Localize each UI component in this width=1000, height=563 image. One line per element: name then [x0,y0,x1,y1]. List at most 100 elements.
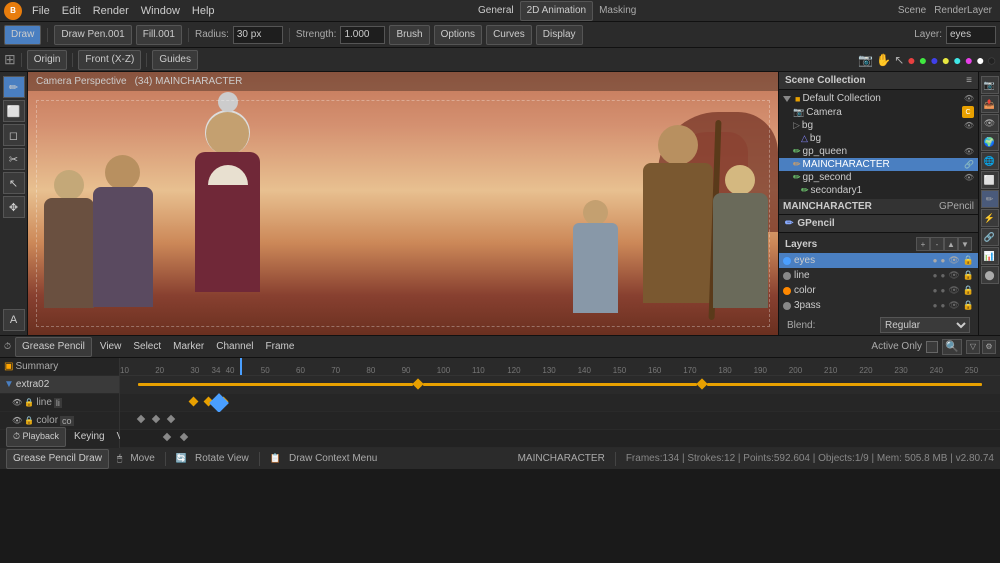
gp-queen-eye-icon[interactable]: 👁 [964,147,974,156]
fill-tool[interactable]: ⬜ [3,100,25,122]
add-layer-btn[interactable]: + [916,237,930,251]
view-btn[interactable]: Front (X-Z) [78,50,141,70]
draw-pen-btn[interactable]: Draw Pen.001 [54,25,131,45]
tab-world[interactable]: 🌐 [981,152,999,170]
tab-object[interactable]: ⬜ [981,171,999,189]
tab-render[interactable]: 📷 [981,76,999,94]
timeline-marker[interactable]: Marker [169,336,208,358]
gp-second-eye-icon[interactable]: 👁 [964,173,974,182]
strength-input[interactable] [340,26,385,44]
menu-edit[interactable]: Edit [56,0,87,22]
brush-btn[interactable]: Brush [389,25,429,45]
mainchar-link-icon[interactable]: 🔗 [964,160,974,169]
layer-line-eye[interactable]: 👁 [948,270,959,281]
layer-3pass[interactable]: 3pass ● ● 👁 🔒 [779,298,978,313]
tree-bg-mesh[interactable]: △ bg [779,132,978,145]
layer-eyes[interactable]: eyes ● ● 👁 🔒 [779,253,978,268]
right-icon-tabs: 📷 📤 👁 🌍 🌐 ⬜ ✏ ⚡ 🔗 📊 ⬤ [978,72,1000,335]
layer-line-dot1: ● [933,271,938,280]
playhead[interactable] [240,358,242,375]
tab-output[interactable]: 📤 [981,95,999,113]
menu-file[interactable]: File [26,0,56,22]
track-label-extra02[interactable]: ▼ extra02 [0,376,119,394]
tab-material[interactable]: ⬤ [981,266,999,284]
annotation-tool[interactable]: A [3,309,25,331]
display-btn[interactable]: Display [536,25,583,45]
layer-line-lock[interactable]: 🔒 [963,270,974,281]
filter-icon[interactable]: ≡ [966,75,972,86]
active-only-checkbox[interactable] [926,341,938,353]
timeline-frame[interactable]: Frame [262,336,299,358]
timeline-settings-btn[interactable]: ⚙ [982,340,996,354]
layer-eyes-eye[interactable]: 👁 [948,255,959,266]
camera-tree-icon: 📷 [793,107,804,118]
draw-tool[interactable]: ✏ [3,76,25,98]
layer-color-eye[interactable]: 👁 [948,285,959,296]
hand-icon[interactable]: ✋ [876,53,891,67]
move-layer-up-btn[interactable]: ▲ [944,237,958,251]
grease-pencil-draw-btn[interactable]: Grease Pencil Draw [6,449,109,469]
gpencil-icon: ✏ [785,218,793,229]
color-cyan: ● [953,52,961,68]
select-tool[interactable]: ↖ [3,172,25,194]
tab-view[interactable]: 👁 [981,114,999,132]
track-label-summary[interactable]: ▣ Summary [0,358,119,376]
eye-icon[interactable]: 👁 [964,94,974,103]
origin-btn[interactable]: Origin [27,50,68,70]
track-label-line[interactable]: 👁 🔒 line li [0,394,119,412]
tab-data[interactable]: 📊 [981,247,999,265]
timeline-channel[interactable]: Channel [212,336,257,358]
draw-mode-btn[interactable]: Draw [4,25,41,45]
remove-layer-btn[interactable]: - [930,237,944,251]
tab-physics[interactable]: ⚡ [981,209,999,227]
tree-gp-queen[interactable]: ✏ gp_queen 👁 [779,145,978,158]
playback-keying[interactable]: Keying [70,426,109,448]
tree-default-collection[interactable]: ■ Default Collection 👁 [779,92,978,105]
timeline-search-btn[interactable]: 🔍 [942,339,962,355]
timeline-filter-btn[interactable]: ▽ [966,340,980,354]
timeline-view[interactable]: View [96,336,126,358]
tree-gp-second[interactable]: ✏ gp_second 👁 [779,171,978,184]
radius-input[interactable] [233,26,283,44]
timeline-select[interactable]: Select [129,336,165,358]
tree-bg[interactable]: ▷ bg 👁 [779,119,978,132]
tree-secondary1[interactable]: ✏ secondary1 [779,184,978,197]
mode-2d-animation[interactable]: 2D Animation [520,1,593,21]
bg-eye-icon[interactable]: 👁 [964,121,974,130]
erase-tool[interactable]: ◻ [3,124,25,146]
layer-eyes-lock[interactable]: 🔒 [963,255,974,266]
timeline-grease-pencil[interactable]: Grease Pencil [15,337,92,357]
layer-color-lock[interactable]: 🔒 [963,285,974,296]
guides-btn[interactable]: Guides [152,50,198,70]
curves-btn[interactable]: Curves [486,25,532,45]
menu-window[interactable]: Window [135,0,186,22]
layer-input[interactable] [946,26,996,44]
ruler-20: 20 [155,366,164,375]
grid-icon[interactable]: ⊞ [4,51,16,68]
fill-btn[interactable]: Fill.001 [136,25,182,45]
layer-3pass-eye[interactable]: 👁 [948,300,959,311]
track-summary-color: ▣ [4,361,13,372]
cut-tool[interactable]: ✂ [3,148,25,170]
tree-camera[interactable]: 📷 Camera C [779,105,978,119]
playback-mode-btn[interactable]: ⏱ Playback [6,427,66,447]
tree-maincharacter[interactable]: ✏ MAINCHARACTER 🔗 [779,158,978,171]
options-btn[interactable]: Options [434,25,482,45]
camera-icon[interactable]: 📷 [858,53,873,67]
layer-color[interactable]: color ● ● 👁 🔒 [779,283,978,298]
move-tool[interactable]: ✥ [3,196,25,218]
tab-scene[interactable]: 🌍 [981,133,999,151]
tab-particles[interactable]: ✏ [981,190,999,208]
menu-render[interactable]: Render [87,0,135,22]
layer-line[interactable]: line ● ● 👁 🔒 [779,268,978,283]
mesh-icon: △ [801,133,808,144]
viewport[interactable]: Camera Perspective (34) MAINCHARACTER [28,72,778,335]
menu-help[interactable]: Help [186,0,221,22]
scene-label: Scene [894,5,930,16]
timeline-ruler[interactable]: 10 20 30 34 40 50 60 70 80 90 100 110 12… [120,358,1000,376]
layer-3pass-lock[interactable]: 🔒 [963,300,974,311]
cursor-icon[interactable]: ↖ [894,53,904,67]
tab-constraints[interactable]: 🔗 [981,228,999,246]
move-layer-down-btn[interactable]: ▼ [958,237,972,251]
blend-select[interactable]: Regular [880,317,970,333]
